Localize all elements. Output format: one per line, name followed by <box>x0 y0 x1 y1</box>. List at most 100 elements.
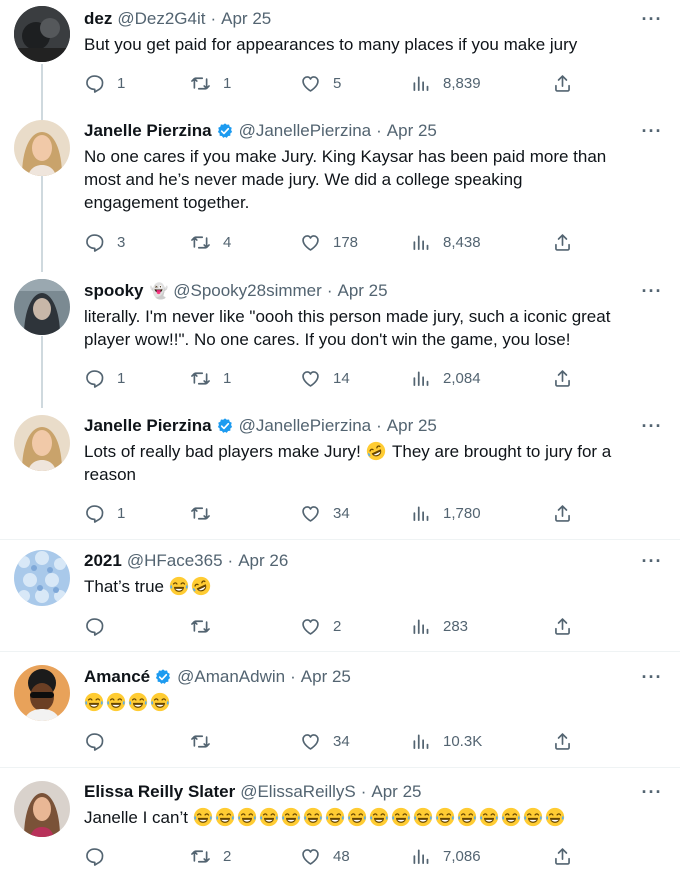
tweet-actions: 2 283 <box>84 614 584 638</box>
retweet-button[interactable]: 1 <box>190 366 231 390</box>
tweet-hface[interactable]: 2021 @HFace365 · Apr 26 ··· That’s true … <box>0 542 680 652</box>
author-name[interactable]: Janelle Pierzina <box>84 416 212 436</box>
tweet-dez[interactable]: dez @Dez2G4it · Apr 25 ··· But you get p… <box>0 0 680 118</box>
views-icon <box>410 616 431 637</box>
retweet-count: 2 <box>223 847 232 865</box>
tweet-janelle-1[interactable]: Janelle Pierzina @JanellePierzina · Apr … <box>0 112 680 272</box>
tears-of-joy-emoji-icon <box>457 807 477 827</box>
tweet-actions: 1 1 5 8,839 <box>84 71 584 95</box>
tweet-date[interactable]: Apr 25 <box>221 9 271 29</box>
tears-of-joy-emoji-icon <box>347 807 367 827</box>
reply-button[interactable]: 1 <box>84 366 125 390</box>
share-icon <box>552 368 573 389</box>
like-button[interactable]: 48 <box>300 844 350 868</box>
avatar[interactable] <box>14 781 70 837</box>
tweet-date[interactable]: Apr 25 <box>387 416 437 436</box>
more-icon[interactable]: ··· <box>640 666 664 688</box>
author-handle[interactable]: @Spooky28simmer <box>173 281 322 301</box>
heart-icon <box>300 73 321 94</box>
tweet-date[interactable]: Apr 25 <box>371 782 421 802</box>
author-handle[interactable]: @AmanAdwin <box>177 667 285 687</box>
tweet-date[interactable]: Apr 25 <box>387 121 437 141</box>
author-name[interactable]: Amancé <box>84 667 150 687</box>
tweet-janelle-2[interactable]: Janelle Pierzina @JanellePierzina · Apr … <box>0 407 680 540</box>
more-icon[interactable]: ··· <box>640 8 664 30</box>
like-button[interactable]: 178 <box>300 230 358 254</box>
reply-button[interactable]: 1 <box>84 501 125 525</box>
avatar[interactable] <box>14 120 70 176</box>
author-handle[interactable]: @JanellePierzina <box>239 416 372 436</box>
views-button[interactable]: 2,084 <box>410 366 481 390</box>
more-icon[interactable]: ··· <box>640 415 664 437</box>
reply-button[interactable]: 3 <box>84 230 125 254</box>
retweet-count: 1 <box>223 74 232 92</box>
like-button[interactable]: 14 <box>300 366 350 390</box>
tears-of-joy-emoji-icon <box>413 807 433 827</box>
like-button[interactable]: 34 <box>300 729 350 753</box>
like-button[interactable]: 34 <box>300 501 350 525</box>
retweet-button[interactable] <box>190 729 223 753</box>
author-name[interactable]: 2021 <box>84 551 122 571</box>
heart-icon <box>300 368 321 389</box>
views-button[interactable]: 10.3K <box>410 729 482 753</box>
retweet-button[interactable]: 1 <box>190 71 231 95</box>
author-handle[interactable]: @JanellePierzina <box>239 121 372 141</box>
more-icon[interactable]: ··· <box>640 781 664 803</box>
share-button[interactable] <box>552 844 573 868</box>
views-button[interactable]: 7,086 <box>410 844 481 868</box>
heart-icon <box>300 731 321 752</box>
reply-button[interactable]: 1 <box>84 71 125 95</box>
view-count: 2,084 <box>443 369 481 387</box>
separator: · <box>326 281 333 300</box>
ghost-emoji: 👻 <box>149 283 169 300</box>
retweet-button[interactable]: 4 <box>190 230 231 254</box>
more-icon[interactable]: ··· <box>640 550 664 572</box>
avatar[interactable] <box>14 6 70 62</box>
verified-badge-icon <box>154 668 172 686</box>
share-button[interactable] <box>552 71 573 95</box>
share-button[interactable] <box>552 614 573 638</box>
share-button[interactable] <box>552 366 573 390</box>
tears-of-joy-emoji-icon <box>479 807 499 827</box>
heart-icon <box>300 503 321 524</box>
more-icon[interactable]: ··· <box>640 120 664 142</box>
tweet-date[interactable]: Apr 25 <box>337 281 387 301</box>
tears-of-joy-emoji-icon <box>281 807 301 827</box>
views-button[interactable]: 8,438 <box>410 230 481 254</box>
author-handle[interactable]: @HFace365 <box>127 551 223 571</box>
avatar[interactable] <box>14 550 70 606</box>
tweet-amance[interactable]: Amancé @AmanAdwin · Apr 25 ··· 34 10.3K <box>0 658 680 768</box>
share-button[interactable] <box>552 501 573 525</box>
reply-button[interactable] <box>84 844 117 868</box>
retweet-button[interactable]: 2 <box>190 844 231 868</box>
views-button[interactable]: 8,839 <box>410 71 481 95</box>
author-name[interactable]: Elissa Reilly Slater <box>84 782 235 802</box>
tweet-spooky[interactable]: spooky 👻 @Spooky28simmer · Apr 25 ··· li… <box>0 272 680 408</box>
retweet-button[interactable] <box>190 614 223 638</box>
tweet-elissa[interactable]: Elissa Reilly Slater @ElissaReillyS · Ap… <box>0 773 680 882</box>
tweet-date[interactable]: Apr 26 <box>238 551 288 571</box>
thread-connector <box>41 336 43 408</box>
author-name[interactable]: dez <box>84 9 112 29</box>
avatar[interactable] <box>14 415 70 471</box>
tweet-actions: 3 4 178 8,438 <box>84 230 584 254</box>
retweet-button[interactable] <box>190 501 223 525</box>
share-button[interactable] <box>552 729 573 753</box>
avatar[interactable] <box>14 279 70 335</box>
view-count: 10.3K <box>443 732 483 750</box>
reply-icon <box>84 232 105 253</box>
author-name[interactable]: Janelle Pierzina <box>84 121 212 141</box>
author-handle[interactable]: @Dez2G4it <box>117 9 205 29</box>
like-button[interactable]: 2 <box>300 614 341 638</box>
more-icon[interactable]: ··· <box>640 280 664 302</box>
views-button[interactable]: 283 <box>410 614 468 638</box>
tweet-date[interactable]: Apr 25 <box>301 667 351 687</box>
author-name[interactable]: spooky <box>84 281 144 301</box>
avatar[interactable] <box>14 665 70 721</box>
reply-button[interactable] <box>84 614 117 638</box>
author-handle[interactable]: @ElissaReillyS <box>240 782 356 802</box>
like-button[interactable]: 5 <box>300 71 341 95</box>
views-button[interactable]: 1,780 <box>410 501 481 525</box>
reply-button[interactable] <box>84 729 117 753</box>
share-button[interactable] <box>552 230 573 254</box>
